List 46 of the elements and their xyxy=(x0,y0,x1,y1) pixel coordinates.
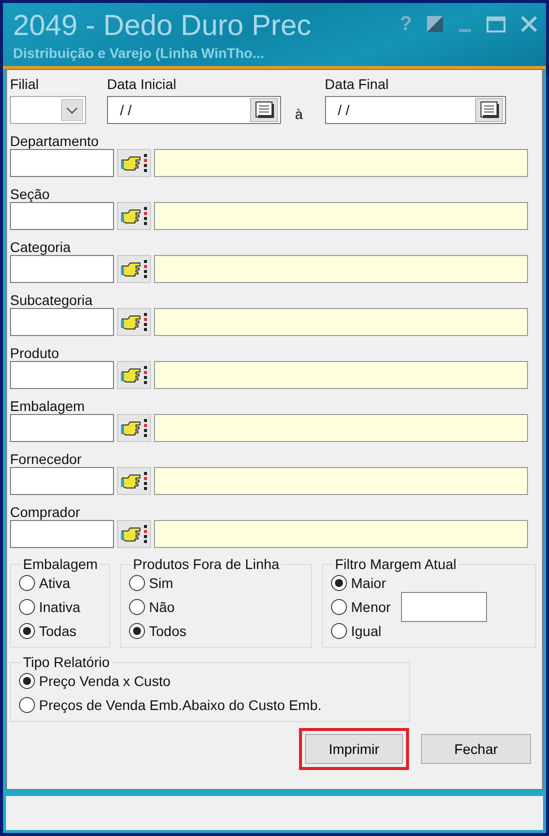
field-label: Filial xyxy=(10,76,40,93)
option-label: Igual xyxy=(351,622,382,641)
field-label: Produto xyxy=(10,346,60,361)
date-field[interactable]: / / xyxy=(324,96,506,124)
radio-option[interactable]: Maior xyxy=(331,573,391,593)
radio-option[interactable]: Todos xyxy=(129,621,186,641)
field-label: Subcategoria xyxy=(10,293,94,308)
date-field[interactable]: / / xyxy=(107,96,281,124)
option-label: Preços de Venda Emb.Abaixo do Custo Emb. xyxy=(39,696,322,715)
option-label: Menor xyxy=(351,598,391,617)
field-label: Embalagem xyxy=(10,399,86,414)
dialog-button[interactable]: Imprimir xyxy=(305,734,403,764)
option-label: Ativa xyxy=(39,574,70,593)
field-label: Data Final xyxy=(324,76,390,93)
option-label: Inativa xyxy=(39,598,80,617)
date-value: / / xyxy=(120,102,132,118)
radio-option[interactable]: Preço Venda x Custo xyxy=(19,671,403,691)
radio-option[interactable]: Inativa xyxy=(19,597,80,617)
field-label: Data Inicial xyxy=(107,76,178,93)
dialog-button[interactable]: Fechar xyxy=(421,734,531,764)
window-subtitle: Distribuição e Varejo (Linha WinTho... xyxy=(13,45,266,61)
separator-text: à xyxy=(295,106,303,124)
option-label: Todos xyxy=(149,622,186,641)
radio-option[interactable]: Preços de Venda Emb.Abaixo do Custo Emb. xyxy=(19,695,403,715)
field-label: Fornecedor xyxy=(10,452,83,467)
field-label: Departamento xyxy=(10,134,100,149)
field-label: Comprador xyxy=(10,505,82,520)
field-label: Categoria xyxy=(10,240,72,255)
group-title: Tipo Relatório xyxy=(21,654,112,670)
option-label: Não xyxy=(149,598,175,617)
window-title: 2049 - Dedo Duro Prec xyxy=(13,9,312,43)
group-title: Produtos Fora de Linha xyxy=(131,556,282,572)
group-title: Filtro Margem Atual xyxy=(333,556,458,572)
radio-option[interactable]: Sim xyxy=(129,573,186,593)
radio-option[interactable]: Igual xyxy=(331,621,391,641)
field-label: Seção xyxy=(10,187,51,202)
radio-option[interactable]: Ativa xyxy=(19,573,80,593)
option-label: Todas xyxy=(39,622,76,641)
option-label: Preço Venda x Custo xyxy=(39,672,171,691)
option-label: Sim xyxy=(149,574,174,593)
radio-option[interactable]: Não xyxy=(129,597,186,617)
radio-option[interactable]: Menor xyxy=(331,597,391,617)
date-value: / / xyxy=(338,102,350,118)
option-label: Maior xyxy=(351,574,386,593)
radio-option[interactable]: Todas xyxy=(19,621,80,641)
group-title: Embalagem xyxy=(21,556,100,572)
